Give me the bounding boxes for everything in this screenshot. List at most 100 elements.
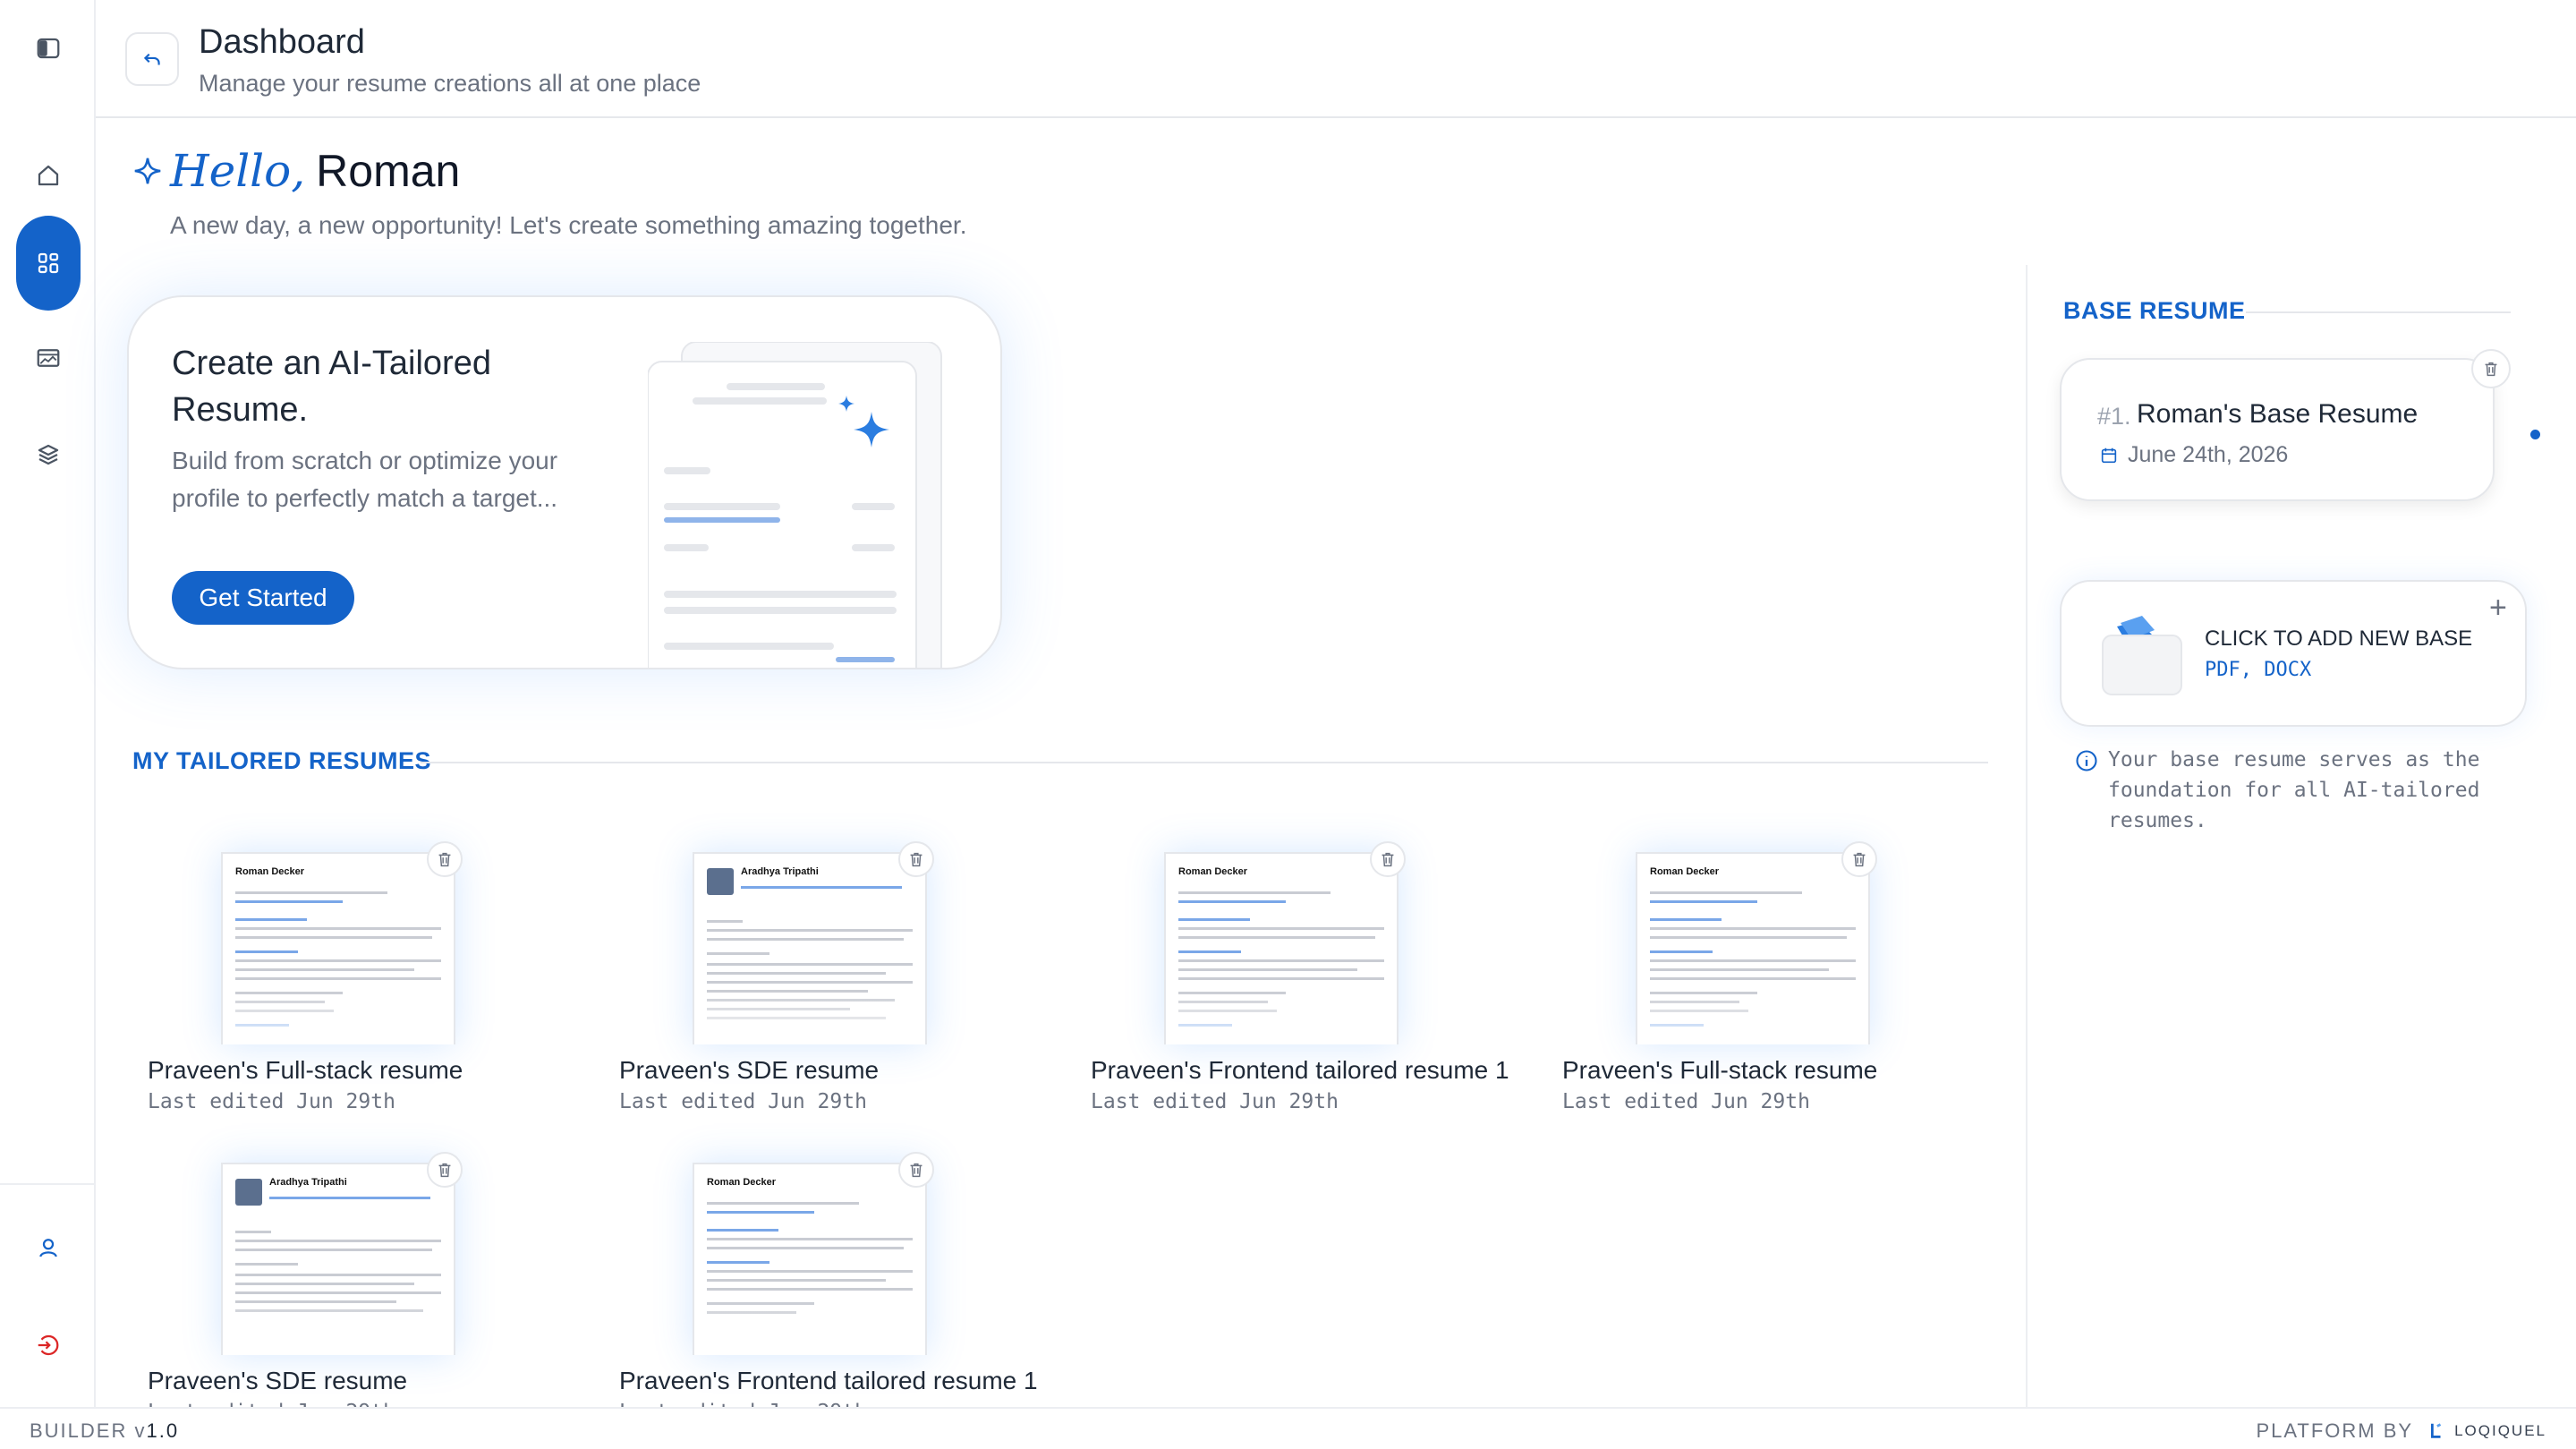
resume-card[interactable]: Roman Decker Praveen's Full-stack resume… (1546, 841, 1976, 1121)
base-resume-number: #1. (2097, 403, 2131, 430)
dashboard-icon (38, 252, 59, 274)
trash-icon (1382, 852, 1394, 867)
sidebar (0, 0, 96, 1407)
tailored-section-divider (421, 762, 1988, 763)
resume-title[interactable]: Praveen's SDE resume (619, 1056, 879, 1085)
folder-upload-icon (2102, 616, 2182, 695)
trash-icon (1853, 852, 1866, 867)
back-button[interactable] (125, 32, 179, 86)
layers-icon (38, 444, 59, 465)
get-started-button[interactable]: Get Started (172, 571, 354, 625)
resume-thumbnail[interactable]: Roman Decker (1636, 852, 1870, 1044)
calendar-icon (2101, 447, 2117, 463)
greeting-subtitle: A new day, a new opportunity! Let's crea… (170, 211, 967, 239)
resume-title[interactable]: Praveen's SDE resume (148, 1367, 407, 1395)
resume-thumbnail[interactable]: Roman Decker (693, 1163, 927, 1355)
sparkle-icon (134, 158, 161, 184)
resume-card[interactable]: Roman Decker Praveen's Frontend tailored… (603, 1152, 1038, 1431)
resume-title[interactable]: Praveen's Frontend tailored resume 1 (619, 1367, 1038, 1395)
resume-edited-date: Last edited Jun 29th (148, 1090, 395, 1113)
home-icon (38, 165, 59, 186)
greeting: Hello, Roman (132, 145, 460, 197)
resume-thumbnail[interactable]: Aradhya Tripathi (221, 1163, 455, 1355)
delete-base-resume-button[interactable] (2471, 349, 2511, 388)
footer-builder-label: BUILDER v (30, 1419, 147, 1442)
resume-title[interactable]: Praveen's Frontend tailored resume 1 (1091, 1056, 1509, 1085)
thumbnail-name: Roman Decker (1650, 866, 1720, 877)
resume-thumbnail[interactable]: Aradhya Tripathi (693, 852, 927, 1044)
base-resume-date: June 24th, 2026 (2128, 442, 2289, 467)
footer-brand: LOQIQUEL (2454, 1422, 2546, 1439)
footer-platform-label: PLATFORM BY (2256, 1419, 2414, 1442)
delete-resume-button[interactable] (898, 1152, 934, 1188)
sidebar-item-layers[interactable] (16, 422, 81, 487)
thumbnail-photo (235, 1179, 262, 1206)
thumbnail-name: Roman Decker (707, 1177, 777, 1188)
resume-card[interactable]: Roman Decker Praveen's Full-stack resume… (132, 841, 561, 1121)
base-resume-name: Roman's Base Resume (2137, 399, 2419, 429)
resume-card[interactable]: Aradhya Tripathi Praveen's SDE resume La… (603, 841, 1033, 1121)
sidebar-item-profile[interactable] (16, 1215, 81, 1280)
sidebar-item-logout[interactable] (16, 1313, 81, 1377)
create-card-description: Build from scratch or optimize your prof… (172, 447, 558, 512)
greeting-hello: Hello, (170, 145, 306, 197)
image-icon (37, 349, 60, 367)
info-icon (2076, 750, 2097, 771)
trash-icon (438, 852, 451, 867)
base-info-text: Your base resume serves as the foundatio… (2108, 748, 2480, 832)
thumbnail-name: Aradhya Tripathi (269, 1177, 347, 1188)
thumbnail-photo (707, 868, 734, 895)
footer-version: BUILDER v1.0 (30, 1419, 179, 1443)
resume-title[interactable]: Praveen's Full-stack resume (148, 1056, 463, 1085)
base-resume-card[interactable]: #1. Roman's Base Resume June 24th, 2026 (2060, 349, 2511, 501)
logout-icon (38, 1334, 59, 1356)
base-section-divider (2246, 311, 2511, 313)
tailored-section-heading: MY TAILORED RESUMES (132, 747, 432, 774)
thumbnail-name: Roman Decker (235, 866, 305, 877)
thumbnail-name: Aradhya Tripathi (741, 866, 819, 877)
base-resume-date-row: June 24th, 2026 (2099, 442, 2288, 468)
page-header: Dashboard Manage your resume creations a… (96, 0, 2576, 118)
plus-icon: + (2489, 591, 2507, 625)
footer-version-number: 1.0 (146, 1419, 180, 1442)
greeting-name: Roman (316, 146, 461, 196)
trash-icon (910, 1163, 922, 1178)
resume-thumbnail[interactable]: Roman Decker (1164, 852, 1399, 1044)
delete-resume-button[interactable] (427, 1152, 463, 1188)
trash-icon (2485, 362, 2497, 377)
add-base-title: CLICK TO ADD NEW BASE (2205, 626, 2473, 651)
trash-icon (438, 1163, 451, 1178)
base-section-heading: BASE RESUME (2063, 297, 2246, 324)
resume-card[interactable]: Roman Decker Praveen's Frontend tailored… (1075, 841, 1509, 1121)
back-arrow-icon (143, 53, 160, 65)
delete-resume-button[interactable] (1841, 841, 1877, 877)
add-base-file-types: PDF, DOCX (2205, 659, 2312, 681)
footer: BUILDER v1.0 PLATFORM BY LOQIQUEL (0, 1407, 2576, 1449)
sidebar-divider (0, 1183, 96, 1185)
resume-title[interactable]: Praveen's Full-stack resume (1562, 1056, 1877, 1085)
create-card-title: Create an AI-Tailored Resume. (172, 345, 491, 429)
resume-illustration (648, 342, 942, 668)
delete-resume-button[interactable] (1370, 841, 1406, 877)
trash-icon (910, 852, 922, 867)
thumbnail-name: Roman Decker (1178, 866, 1248, 877)
resume-card[interactable]: Aradhya Tripathi Praveen's SDE resume La… (132, 1152, 561, 1431)
resume-edited-date: Last edited Jun 29th (1562, 1090, 1810, 1113)
page-title: Dashboard (199, 23, 365, 61)
sidebar-item-dashboard[interactable] (16, 216, 81, 311)
active-indicator-dot (2530, 430, 2540, 439)
page-subtitle: Manage your resume creations all at one … (199, 70, 701, 97)
sidebar-item-home[interactable] (16, 143, 81, 208)
create-resume-card: Create an AI-Tailored Resume. Build from… (127, 295, 1002, 669)
add-base-resume-button[interactable]: CLICK TO ADD NEW BASE PDF, DOCX + (2060, 580, 2527, 727)
footer-platform: PLATFORM BY LOQIQUEL (2256, 1419, 2546, 1443)
resume-thumbnail[interactable]: Roman Decker (221, 852, 455, 1044)
delete-resume-button[interactable] (898, 841, 934, 877)
resume-edited-date: Last edited Jun 29th (1091, 1090, 1339, 1113)
sidebar-toggle-icon (37, 38, 60, 59)
sidebar-toggle-button[interactable] (16, 16, 81, 81)
sidebar-item-templates[interactable] (16, 326, 81, 390)
base-info-note: Your base resume serves as the foundatio… (2074, 745, 2521, 836)
user-icon (39, 1239, 57, 1257)
delete-resume-button[interactable] (427, 841, 463, 877)
